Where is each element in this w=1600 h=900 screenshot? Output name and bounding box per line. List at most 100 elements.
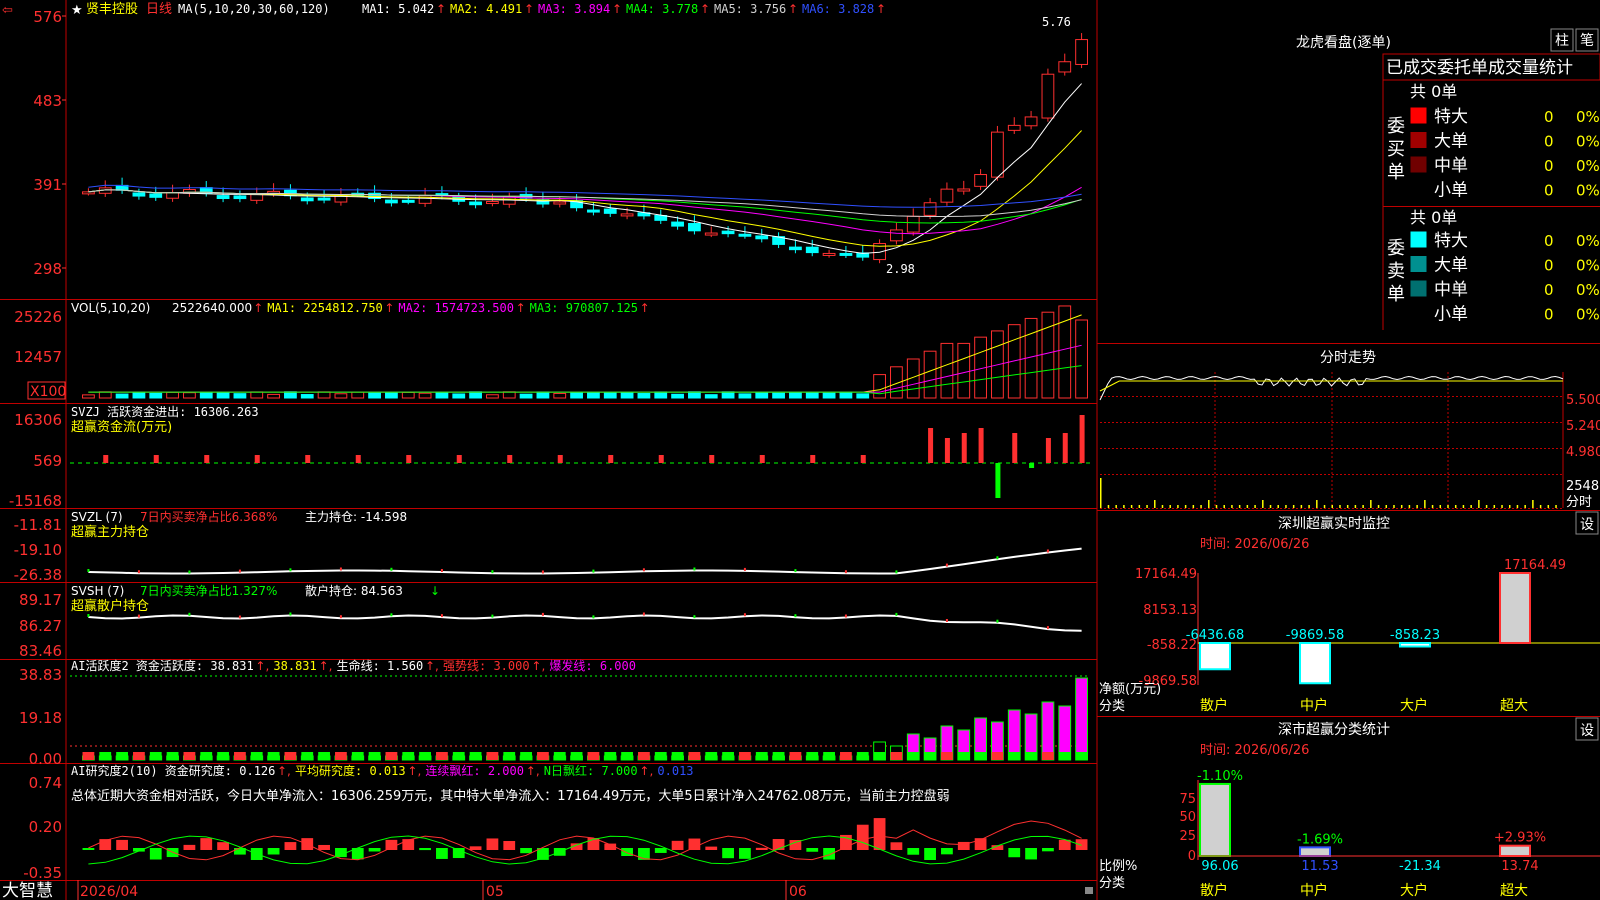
svzj-bar	[103, 455, 109, 463]
sell-side-label: 委卖单	[1387, 238, 1405, 305]
ai2-base-bar	[1042, 752, 1054, 760]
lock-icon[interactable]	[1085, 887, 1093, 894]
minute-vol-bar	[1223, 505, 1225, 508]
favorite-star-icon[interactable]: ★	[71, 3, 83, 18]
candle-body	[620, 213, 634, 217]
stock-chart-canvas[interactable]: 576 483 391 298 ⇦ ★ 贤丰控股 日线 MA(5,10,20,3…	[0, 0, 1600, 900]
volume-bar	[688, 391, 701, 399]
sz-monitor-title: 深圳超赢实时监控	[1278, 515, 1390, 532]
air-tick-1: 0.74	[29, 774, 62, 792]
sell-count-2: 0	[1544, 257, 1554, 275]
volume-bar	[334, 393, 348, 399]
szc-top-label-2: -1.69%	[1297, 832, 1343, 847]
volume-bar	[536, 391, 550, 399]
minute-vol-bar	[1262, 500, 1264, 508]
candle-body	[401, 199, 415, 203]
ai2-base-bar	[116, 752, 128, 760]
svsh-panel[interactable]	[87, 612, 1082, 632]
minute-vol-bar	[1269, 505, 1272, 508]
sell-total: 共 0单	[1410, 208, 1457, 227]
stock-name[interactable]: 贤丰控股	[86, 2, 138, 17]
svzj-bar	[944, 438, 950, 463]
szc-tick-3: 25	[1179, 829, 1196, 844]
svsh-down-arrow-icon: ↓	[430, 584, 440, 598]
ai2-base-bar	[520, 752, 532, 760]
buy-pct-4: 0%	[1576, 182, 1600, 200]
sell-count-4: 0	[1544, 306, 1554, 324]
minute-vol-bar	[1385, 505, 1388, 508]
svzj-bar	[1045, 438, 1051, 463]
ai2-base-bar	[217, 752, 229, 760]
air-bar	[385, 839, 398, 850]
up-arrow-icon: ↑,	[407, 764, 421, 778]
air-bar	[267, 848, 280, 855]
sell-count-3: 0	[1544, 281, 1554, 299]
svzj-bar	[1062, 433, 1068, 463]
svzj-bar	[810, 455, 816, 463]
air-bar	[806, 848, 819, 852]
volume-bar	[250, 391, 264, 399]
volume-bar	[587, 392, 600, 399]
air-bar	[890, 842, 903, 850]
up-arrow-icon: ↑	[516, 301, 526, 315]
sz-monitor-panel[interactable]: 深圳超赢实时监控 设 时间: 2026/06/26 17164.49 8153.…	[1099, 511, 1600, 714]
sz-bar-label-4: 17164.49	[1504, 558, 1566, 573]
minute-vol-bar	[1177, 505, 1179, 508]
szc-top-label-4: +2.93%	[1494, 831, 1546, 846]
air-bar	[755, 847, 768, 850]
minute-vol-bar	[1316, 500, 1318, 508]
volume-bar	[233, 393, 247, 399]
svzj-bar	[557, 455, 563, 463]
volume-bar	[132, 391, 146, 399]
sell-pct-4: 0%	[1576, 306, 1600, 324]
candle-body	[704, 232, 718, 236]
buy-pct-2: 0%	[1576, 133, 1600, 151]
ai2-base-bar	[739, 752, 751, 760]
svzj-panel[interactable]	[70, 415, 1090, 498]
air-tick-3: -0.35	[23, 864, 62, 882]
sz-classify-title: 深市超赢分类统计	[1278, 721, 1390, 738]
ma-legend-5: MA5: 3.756	[714, 2, 786, 16]
period-label[interactable]: 日线	[146, 2, 172, 17]
ai2-base-bar	[1008, 752, 1021, 760]
vol-ma-legend-3: MA3: 970807.125	[530, 301, 638, 315]
buy-pct-3: 0%	[1576, 157, 1600, 175]
volume-bar	[603, 392, 617, 399]
up-arrow-icon: ↑	[524, 2, 534, 16]
svzj-tick-3: -15168	[9, 492, 62, 510]
sz-classify-panel[interactable]: 深市超赢分类统计 设 时间: 2026/06/26 75 50 25 0 -1.…	[1099, 717, 1600, 899]
candle-body	[957, 188, 971, 192]
candle-body	[317, 197, 331, 201]
ai2-base-bar	[856, 752, 869, 760]
ai2-base-bar	[570, 752, 583, 760]
minute-vol-bar	[1362, 505, 1364, 508]
price-panel[interactable]	[82, 33, 1088, 264]
svzj-bar	[153, 455, 159, 463]
air-header-part-4: N日飘红: 7.000	[544, 763, 638, 778]
ai-research-panel[interactable]	[82, 818, 1088, 865]
ai2-base-bar	[621, 752, 633, 760]
svsh-header: SVSH (7) 7日内买卖净占比1.327% 散户持仓: 84.563 ↓	[71, 583, 440, 598]
volume-bar	[738, 393, 752, 399]
back-arrow-icon[interactable]: ⇦	[2, 3, 13, 18]
candle-body	[82, 191, 95, 195]
ai2-panel[interactable]	[70, 675, 1090, 761]
minute-vol-bar	[1508, 505, 1511, 508]
up-arrow-icon: ↑,	[526, 764, 540, 778]
ai2-base-bar	[823, 752, 835, 760]
ai2-base-bar	[1025, 752, 1037, 760]
ai2-base-bar	[301, 752, 314, 760]
vol-panel[interactable]	[82, 305, 1088, 399]
minute-vol-bar	[1331, 505, 1333, 508]
ai2-base-bar	[991, 752, 1004, 760]
minute-chart-panel[interactable]: 分时走势 5.500 5.240 4.980 25483 分时	[1098, 344, 1600, 510]
dragon-tiger-panel: 龙虎看盘(逐单) 柱 笔 已成交委托单成交量统计 共 0单 共 0单 委买单 委…	[1296, 28, 1600, 325]
ai2-base-bar	[722, 752, 734, 760]
svsh-tick-3: 83.46	[19, 642, 62, 660]
candle-body	[385, 199, 398, 204]
svsh-panel-tick	[440, 614, 443, 618]
air-header-part-5: 0.013	[657, 764, 693, 778]
svzl-panel[interactable]	[87, 547, 1082, 575]
ai2-base-bar	[553, 752, 566, 760]
air-bar	[856, 824, 869, 850]
